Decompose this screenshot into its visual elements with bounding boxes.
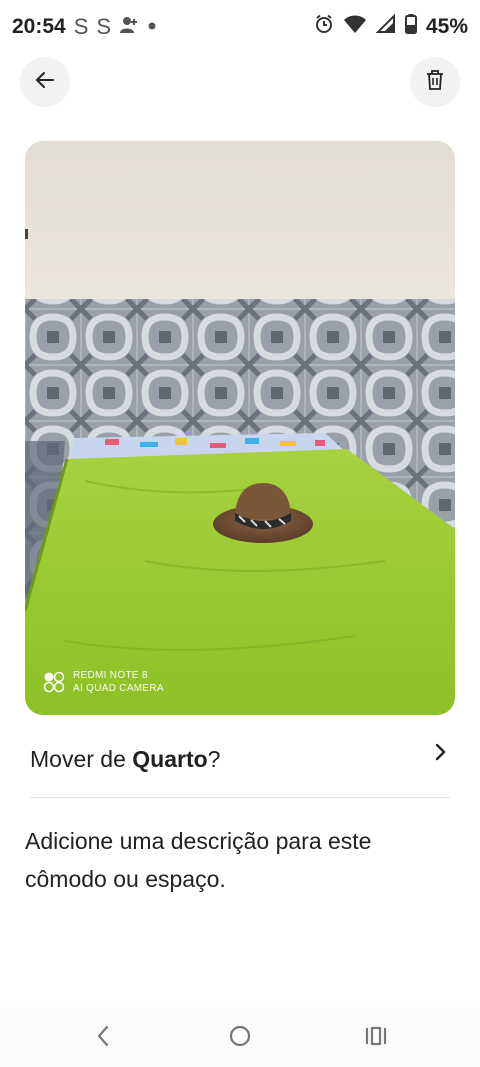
- chevron-right-icon: [430, 740, 450, 769]
- move-room-row[interactable]: Mover de Quarto?: [30, 736, 450, 786]
- dot-icon: [147, 18, 157, 36]
- room-name: Quarto: [132, 746, 208, 772]
- camera-watermark: REDMI NOTE 8 AI QUAD CAMERA: [43, 669, 164, 695]
- nav-home-icon[interactable]: [228, 1023, 252, 1054]
- watermark-line2: AI QUAD CAMERA: [73, 683, 164, 694]
- signal-icon: [375, 13, 396, 39]
- wifi-icon: [343, 14, 367, 39]
- add-description-prompt[interactable]: Adicione uma descrição para este cômodo …: [25, 822, 455, 898]
- status-left: 20:54 S S: [12, 14, 157, 40]
- person-add-icon: [119, 15, 139, 40]
- move-suffix: ?: [207, 746, 221, 772]
- status-s-icon-2: S: [96, 14, 112, 39]
- move-prefix: Mover de: [30, 746, 133, 772]
- watermark-text: REDMI NOTE 8 AI QUAD CAMERA: [73, 669, 164, 695]
- divider: [30, 797, 450, 798]
- room-photo-image: [25, 141, 455, 715]
- nav-recents-icon[interactable]: [364, 1023, 388, 1054]
- alarm-icon: [314, 14, 334, 39]
- delete-photo-button[interactable]: [410, 57, 460, 107]
- move-room-text: Mover de Quarto?: [30, 746, 220, 773]
- nav-back-icon[interactable]: [92, 1023, 114, 1054]
- room-photo[interactable]: REDMI NOTE 8 AI QUAD CAMERA: [25, 141, 455, 715]
- battery-icon: [404, 14, 417, 39]
- battery-percent: 45%: [425, 14, 468, 38]
- back-button[interactable]: [20, 57, 70, 107]
- status-right: 45%: [314, 13, 468, 39]
- navigation-bar: [0, 1007, 480, 1067]
- status-s-icon: S: [73, 14, 89, 39]
- clock: 20:54: [12, 15, 66, 38]
- status-bar: 20:54 S S 45%: [0, 0, 480, 56]
- watermark-line1: REDMI NOTE 8: [73, 670, 148, 681]
- arrow-left-icon: [34, 69, 56, 96]
- camera-logo-icon: [43, 671, 65, 693]
- trash-icon: [425, 69, 445, 96]
